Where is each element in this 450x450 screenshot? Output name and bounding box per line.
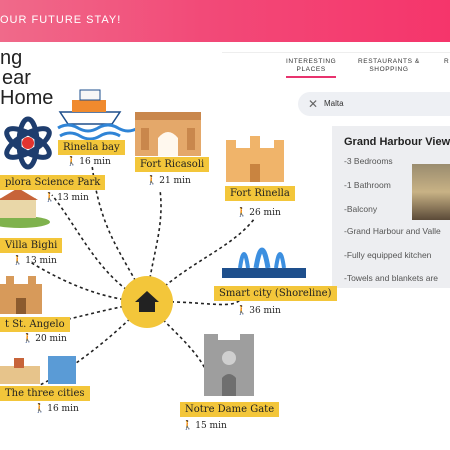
walking-person-icon: 🚶 bbox=[146, 176, 158, 186]
place-label-rinella-bay: Rinella bay bbox=[58, 140, 125, 155]
walking-person-icon: 🚶 bbox=[236, 306, 248, 316]
fortress-icon bbox=[0, 276, 42, 314]
home-icon bbox=[135, 291, 159, 312]
home-hub bbox=[121, 276, 173, 328]
map-illustration bbox=[0, 89, 306, 396]
place-label-notre-dame-gate: Notre Dame Gate bbox=[180, 402, 280, 417]
place-label-three-cities: The three cities bbox=[0, 386, 90, 401]
walk-time-villa-bighi: 🚶 13 min bbox=[12, 256, 57, 266]
walking-person-icon: 🚶 bbox=[44, 193, 56, 203]
buildings-icon bbox=[0, 356, 76, 384]
place-label-fort-ricasoli: Fort Ricasoli bbox=[135, 157, 210, 172]
walking-person-icon: 🚶 bbox=[182, 421, 194, 431]
place-label-villa-bighi: Villa Bighi bbox=[0, 238, 63, 253]
walk-time-smart-city: 🚶 36 min bbox=[236, 306, 281, 316]
walk-time-fort-rinella: 🚶 26 min bbox=[236, 208, 281, 218]
atom-core-icon bbox=[22, 137, 34, 149]
place-label-science-park: plora Science Park bbox=[0, 175, 106, 190]
walk-time-three-cities: 🚶 16 min bbox=[34, 404, 79, 414]
castle-icon bbox=[226, 136, 284, 182]
walk-time-rinella-bay: 🚶 16 min bbox=[66, 157, 111, 167]
walk-time-st-angelo: 🚶 20 min bbox=[22, 334, 67, 344]
place-label-smart-city: Smart city (Shoreline) bbox=[214, 286, 337, 301]
walk-time-notre-dame-gate: 🚶 15 min bbox=[182, 421, 227, 431]
place-label-fort-rinella: Fort Rinella bbox=[225, 186, 295, 201]
walk-time-science-park: 🚶 13 min bbox=[44, 193, 89, 203]
ship-icon bbox=[57, 89, 139, 141]
walking-person-icon: 🚶 bbox=[22, 334, 34, 344]
walking-person-icon: 🚶 bbox=[66, 157, 78, 167]
place-label-st-angelo: t St. Angelo bbox=[0, 317, 70, 332]
arch-icon bbox=[135, 112, 201, 156]
walking-person-icon: 🚶 bbox=[12, 256, 24, 266]
fountain-icon bbox=[222, 247, 306, 278]
walking-person-icon: 🚶 bbox=[236, 208, 248, 218]
cathedral-icon bbox=[204, 334, 254, 396]
walking-person-icon: 🚶 bbox=[34, 404, 46, 414]
villa-icon bbox=[0, 188, 50, 228]
walk-time-fort-ricasoli: 🚶 21 min bbox=[146, 176, 191, 186]
